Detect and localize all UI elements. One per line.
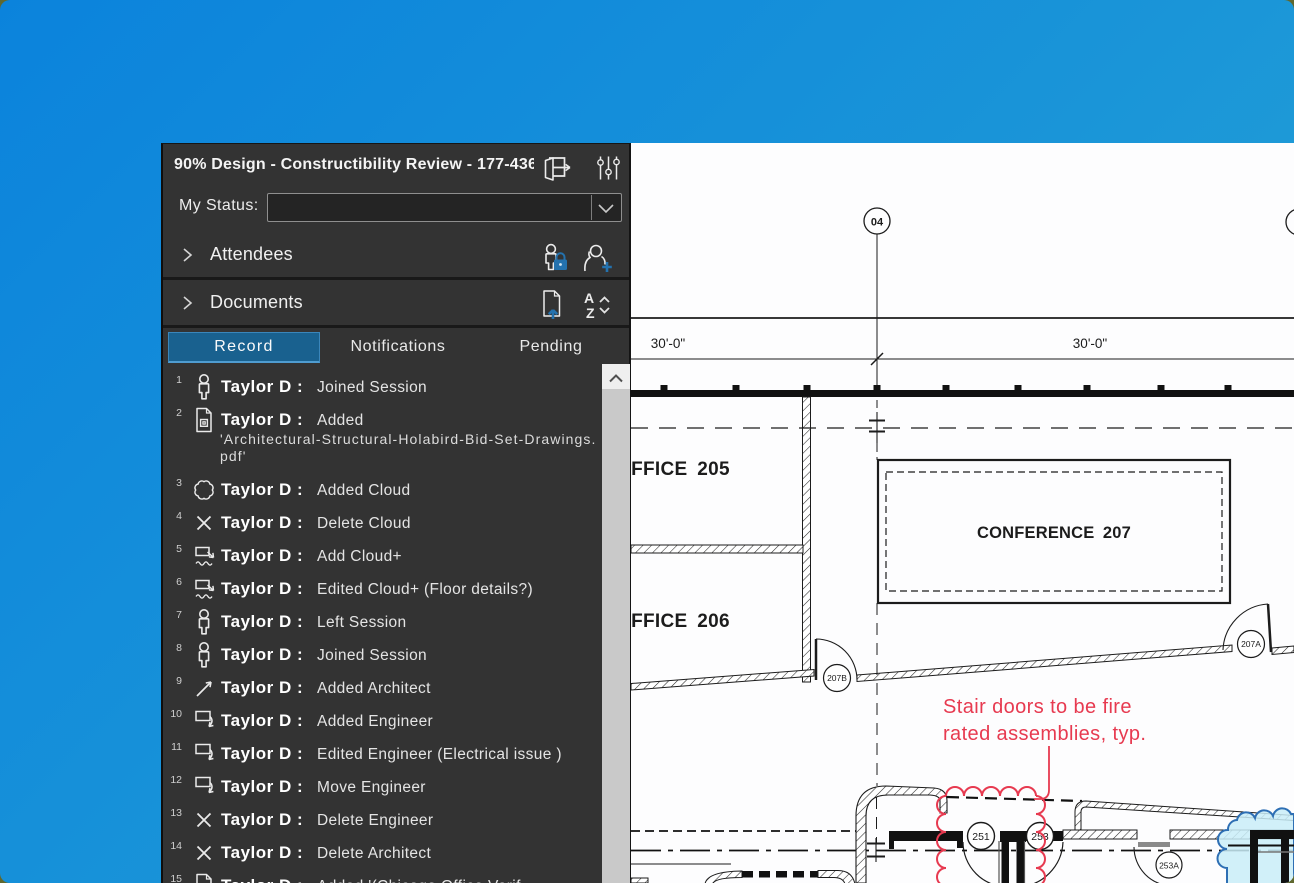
svg-text:OFFICE 205: OFFICE 205 — [631, 459, 730, 480]
svg-text:253A: 253A — [1159, 861, 1179, 871]
svg-text:207A: 207A — [1241, 639, 1261, 649]
svg-text:Stair doors to be fire: Stair doors to be fire — [943, 696, 1132, 718]
svg-text:Z: Z — [586, 305, 595, 321]
svg-text:30'-0": 30'-0" — [1073, 336, 1108, 351]
svg-text:30'-0": 30'-0" — [651, 336, 686, 351]
svg-text:CONFERENCE 207: CONFERENCE 207 — [977, 524, 1131, 542]
svg-text:251: 251 — [972, 831, 990, 843]
svg-text:OFFICE 206: OFFICE 206 — [631, 611, 730, 632]
svg-text:04: 04 — [871, 217, 884, 229]
svg-text:rated assemblies, typ.: rated assemblies, typ. — [943, 723, 1146, 745]
svg-text:207B: 207B — [827, 673, 847, 683]
svg-text:A: A — [584, 290, 594, 306]
